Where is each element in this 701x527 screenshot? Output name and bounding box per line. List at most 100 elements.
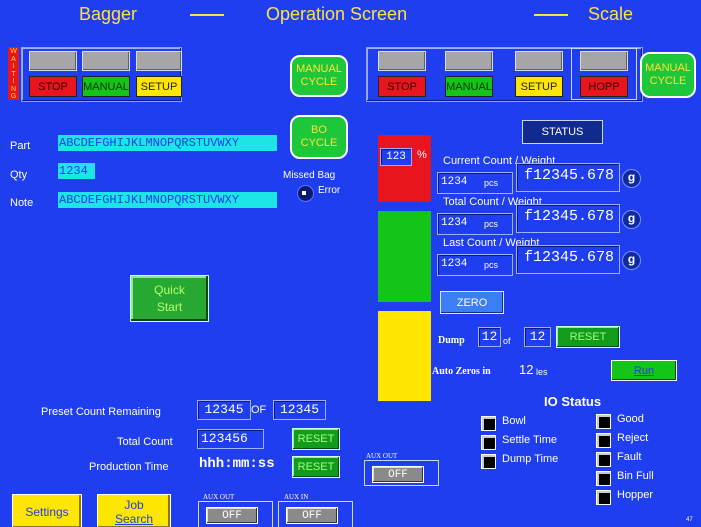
io-indicator bbox=[481, 454, 496, 469]
waiting-letter: I bbox=[12, 78, 15, 85]
io-label: Dump Time bbox=[502, 453, 559, 465]
waiting-letter: W bbox=[10, 48, 17, 55]
bo-cycle-label: CYCLE bbox=[300, 137, 338, 149]
operation-screen: Bagger Operation Screen Scale WAITING ST… bbox=[0, 0, 701, 527]
io-label: Settle Time bbox=[502, 434, 558, 446]
aux-out-label: AUX OUT bbox=[366, 452, 398, 460]
scale-stop-button[interactable]: STOP bbox=[378, 76, 426, 97]
waiting-label: WAITING bbox=[8, 47, 19, 101]
title-divider bbox=[534, 14, 568, 16]
waiting-letter: N bbox=[10, 85, 17, 93]
io-label: Fault bbox=[617, 451, 642, 463]
quick-start-button[interactable]: Quick Start bbox=[130, 275, 209, 322]
weight-unit: g bbox=[622, 210, 641, 229]
bagger-manual-control[interactable]: MANUAL bbox=[82, 51, 130, 97]
qty-label: Qty bbox=[10, 169, 28, 181]
total-count-label: Total Count bbox=[117, 436, 173, 448]
title-divider bbox=[190, 14, 224, 16]
aux-out-toggle[interactable]: OFF bbox=[206, 507, 258, 524]
fill-meter bbox=[378, 135, 431, 410]
io-label: Bowl bbox=[502, 415, 526, 427]
fill-meter-zone bbox=[378, 311, 431, 401]
io-indicator bbox=[596, 433, 611, 448]
scale-setup-control[interactable]: SETUP bbox=[515, 51, 563, 97]
manual-lamp bbox=[82, 51, 130, 71]
scale-hopp-control[interactable]: HOPP bbox=[571, 48, 637, 100]
production-time-label: Production Time bbox=[89, 461, 169, 473]
setup-lamp bbox=[136, 51, 182, 71]
manual-button[interactable]: MANUAL bbox=[82, 76, 130, 97]
count-value: 1234 bbox=[441, 176, 468, 188]
manual-cycle-label: CYCLE bbox=[649, 75, 687, 87]
manual-cycle-label: MANUAL bbox=[296, 63, 342, 75]
dump-current-value[interactable]: 12 bbox=[478, 327, 501, 347]
status-button[interactable]: STATUS bbox=[522, 120, 603, 144]
preset-of-label: OF bbox=[251, 404, 267, 416]
missed-bag-indicator bbox=[297, 185, 314, 202]
io-label: Hopper bbox=[617, 489, 654, 501]
io-indicator bbox=[596, 414, 611, 429]
fill-meter-zone bbox=[378, 135, 431, 202]
aux-in-toggle[interactable]: OFF bbox=[286, 507, 338, 524]
dump-total-value[interactable]: 12 bbox=[524, 327, 551, 347]
bagger-setup-control[interactable]: SETUP bbox=[136, 51, 184, 97]
page-title: Operation Screen bbox=[266, 4, 408, 24]
run-button[interactable]: Run bbox=[611, 360, 677, 381]
zero-button[interactable]: ZERO bbox=[440, 291, 504, 314]
manual-lamp bbox=[445, 51, 493, 71]
bagger-manual-cycle-button[interactable]: MANUAL CYCLE bbox=[290, 55, 348, 97]
preset-count-value[interactable]: 12345 bbox=[197, 400, 251, 420]
waiting-letter: G bbox=[10, 93, 17, 100]
preset-count-label: Preset Count Remaining bbox=[41, 406, 161, 418]
hopp-lamp bbox=[580, 51, 628, 71]
aux-out-toggle[interactable]: OFF bbox=[372, 466, 424, 483]
qty-field[interactable]: 1234 bbox=[58, 163, 95, 179]
settings-button[interactable]: Settings bbox=[12, 494, 82, 527]
waiting-indicator: WAITING bbox=[8, 47, 19, 100]
manual-cycle-label: MANUAL bbox=[645, 62, 691, 74]
dump-label: Dump bbox=[438, 335, 465, 346]
waiting-letter: A bbox=[11, 55, 16, 63]
bo-cycle-button[interactable]: BO CYCLE bbox=[290, 115, 348, 159]
hopp-button[interactable]: HOPP bbox=[580, 76, 628, 97]
fill-meter-zone bbox=[378, 211, 431, 302]
quick-start-label: Start bbox=[156, 299, 183, 314]
weight-value: f12345.678 bbox=[524, 167, 615, 184]
production-time-value: hhh:mm:ss bbox=[199, 456, 275, 472]
part-label: Part bbox=[10, 140, 31, 152]
setup-button[interactable]: SETUP bbox=[136, 76, 182, 97]
note-field[interactable]: ABCDEFGHIJKLMNOPQRSTUVWXY bbox=[58, 192, 277, 208]
job-search-button[interactable]: Job Search bbox=[97, 494, 171, 527]
stop-lamp bbox=[29, 51, 77, 71]
preset-total-value[interactable]: 12345 bbox=[273, 400, 326, 420]
weight-value: f12345.678 bbox=[524, 249, 615, 266]
part-field[interactable]: ABCDEFGHIJKLMNOPQRSTUVWXY bbox=[58, 135, 277, 151]
io-status-title: IO Status bbox=[544, 394, 602, 409]
waiting-letter: I bbox=[12, 63, 15, 70]
indicator-dot bbox=[302, 191, 306, 195]
scale-manual-control[interactable]: MANUAL bbox=[445, 51, 493, 97]
scale-stop-control[interactable]: STOP bbox=[378, 51, 426, 97]
weight-value: f12345.678 bbox=[524, 208, 615, 225]
stop-button[interactable]: STOP bbox=[29, 76, 77, 97]
scale-manual-cycle-button[interactable]: MANUAL CYCLE bbox=[640, 52, 696, 98]
scale-title: Scale bbox=[588, 4, 634, 24]
io-label: Bin Full bbox=[617, 470, 654, 482]
io-indicator bbox=[596, 452, 611, 467]
io-indicator bbox=[481, 435, 496, 450]
bagger-stop-control[interactable]: STOP bbox=[29, 51, 77, 97]
io-indicator bbox=[596, 471, 611, 486]
scale-setup-button[interactable]: SETUP bbox=[515, 76, 563, 97]
aux-in-label: AUX IN bbox=[284, 493, 309, 501]
note-label: Note bbox=[10, 197, 34, 209]
weight-unit: g bbox=[622, 251, 641, 270]
job-search-label: Search bbox=[114, 511, 154, 526]
total-reset-button[interactable]: RESET bbox=[292, 428, 340, 450]
production-reset-button[interactable]: RESET bbox=[292, 456, 340, 478]
io-indicator bbox=[596, 490, 611, 505]
scale-manual-button[interactable]: MANUAL bbox=[445, 76, 493, 97]
dump-reset-button[interactable]: RESET bbox=[556, 326, 620, 348]
count-unit: pcs bbox=[484, 178, 499, 188]
run-label: Run bbox=[633, 364, 655, 377]
job-search-label: Job bbox=[124, 497, 144, 512]
